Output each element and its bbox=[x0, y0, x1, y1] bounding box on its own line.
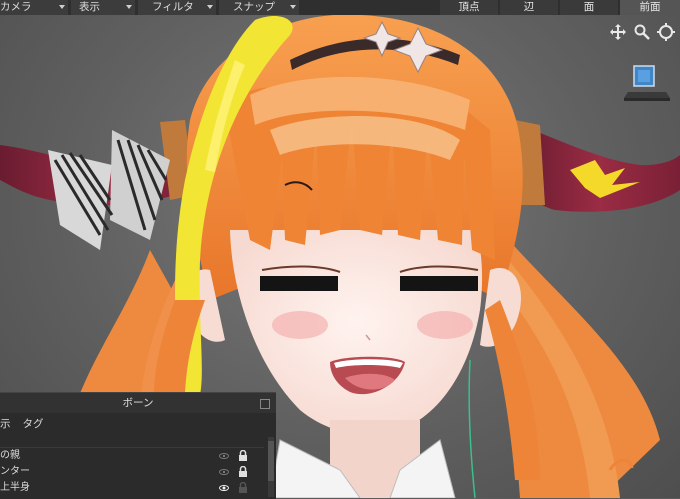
menu-display-label: 表示 bbox=[79, 1, 100, 13]
tab-front-view[interactable]: 前面 bbox=[620, 0, 680, 15]
bone-menu-display[interactable]: 示 bbox=[0, 413, 11, 435]
chevron-down-icon bbox=[290, 5, 296, 9]
close-icon[interactable] bbox=[260, 399, 270, 409]
lock-icon[interactable] bbox=[238, 465, 248, 477]
eye-icon[interactable] bbox=[219, 467, 229, 477]
bone-list-scrollbar[interactable] bbox=[268, 437, 274, 497]
view-orientation-cube[interactable] bbox=[622, 62, 672, 107]
lock-icon[interactable] bbox=[238, 449, 248, 461]
menu-filter[interactable]: フィルタ bbox=[138, 0, 216, 15]
left-eye-bar bbox=[260, 276, 338, 291]
selection-mode-tabs: 頂点 辺 面 前面 bbox=[438, 0, 680, 15]
menu-snap-label: スナップ bbox=[233, 1, 275, 13]
menu-display[interactable]: 表示 bbox=[71, 0, 135, 15]
bone-panel-titlebar: ボーン bbox=[0, 393, 276, 413]
bone-row[interactable]: の親 bbox=[0, 448, 264, 464]
bone-row-label: 上半身 bbox=[0, 482, 30, 493]
lock-icon[interactable] bbox=[238, 481, 248, 493]
bone-panel-title: ボーン bbox=[122, 397, 154, 409]
bone-list: の親 ンター 上半身 bbox=[0, 437, 264, 496]
menu-snap[interactable]: スナップ bbox=[219, 0, 299, 15]
right-eye-bar bbox=[400, 276, 478, 291]
left-blush bbox=[272, 311, 328, 339]
bone-menu-tag[interactable]: タグ bbox=[23, 413, 44, 435]
tab-edge[interactable]: 辺 bbox=[500, 0, 558, 15]
chevron-down-icon bbox=[207, 5, 213, 9]
chevron-down-icon bbox=[59, 5, 65, 9]
scrollbar-thumb[interactable] bbox=[268, 441, 274, 481]
bone-panel: ボーン 示 タグ の親 ンター 上半身 bbox=[0, 392, 276, 499]
eye-icon[interactable] bbox=[219, 451, 229, 461]
menu-camera[interactable]: カメラ bbox=[0, 0, 68, 15]
tab-vertex[interactable]: 頂点 bbox=[440, 0, 498, 15]
bone-row-label: の親 bbox=[0, 450, 20, 461]
tab-face[interactable]: 面 bbox=[560, 0, 618, 15]
viewport-nav-controls bbox=[608, 22, 676, 42]
bone-row-label: ンター bbox=[0, 466, 30, 477]
bone-list-header bbox=[0, 437, 264, 448]
right-blush bbox=[417, 311, 473, 339]
chevron-down-icon bbox=[126, 5, 132, 9]
eye-icon[interactable] bbox=[219, 483, 229, 493]
menu-camera-label: カメラ bbox=[0, 1, 32, 13]
bone-row[interactable]: ンター bbox=[0, 464, 264, 480]
zoom-icon[interactable] bbox=[632, 22, 652, 42]
menu-filter-label: フィルタ bbox=[152, 1, 194, 13]
rotate-icon[interactable] bbox=[656, 22, 676, 42]
bone-panel-menu: 示 タグ bbox=[0, 413, 276, 435]
move-icon[interactable] bbox=[608, 22, 628, 42]
bone-row[interactable]: 上半身 bbox=[0, 480, 264, 496]
